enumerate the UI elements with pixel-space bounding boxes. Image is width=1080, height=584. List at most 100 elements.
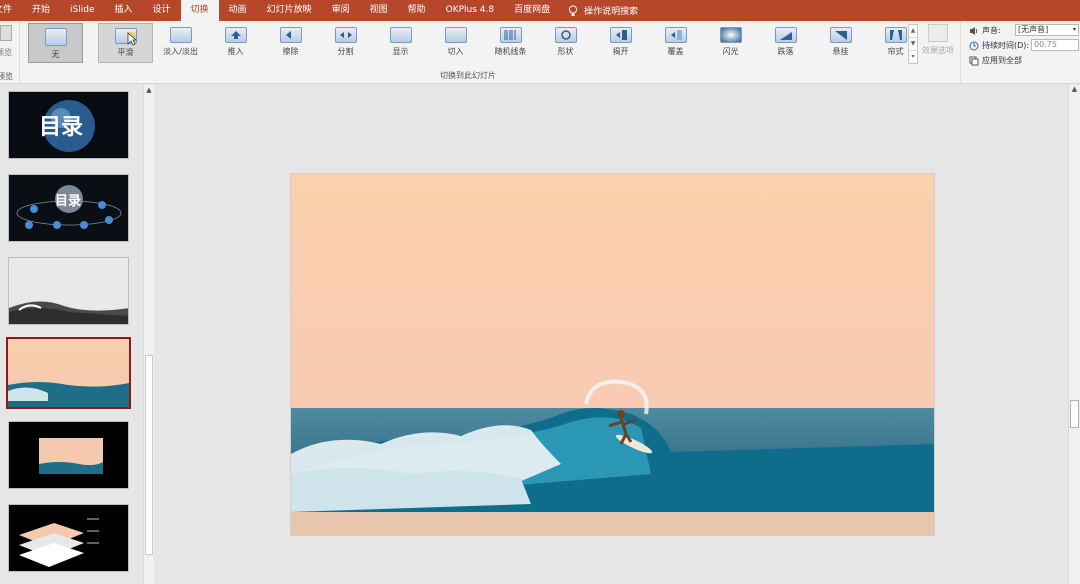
effect-label: 推入 xyxy=(227,47,244,56)
tab-file[interactable]: 文件 xyxy=(0,0,22,21)
curtains-icon xyxy=(884,27,907,43)
gallery-more-icon[interactable]: ▾ xyxy=(909,51,917,64)
duration-row: 持续时间(D): xyxy=(969,40,1029,51)
effect-none[interactable]: 无 xyxy=(28,23,83,63)
effect-label: 悬挂 xyxy=(832,47,849,56)
effect-label: 切入 xyxy=(447,47,464,56)
effect-options-button[interactable]: 效果选项 xyxy=(920,24,956,66)
sound-row: 声音: xyxy=(969,25,1001,36)
effect-none-icon xyxy=(44,28,67,46)
preview-group-label: 预览 xyxy=(0,72,13,81)
effect-fade[interactable]: 淡入/淡出 xyxy=(153,23,208,63)
lightbulb-icon xyxy=(569,4,578,16)
uncover-icon xyxy=(609,27,632,43)
gallery-up-icon[interactable]: ▲ xyxy=(909,25,917,38)
tab-insert[interactable]: 插入 xyxy=(105,0,143,21)
fade-icon xyxy=(169,27,192,43)
effect-cut[interactable]: 切入 xyxy=(428,23,483,63)
slide-2-title: 目录 xyxy=(55,194,81,209)
chevron-down-icon: ▾ xyxy=(1072,26,1076,33)
effect-label: 随机线条 xyxy=(494,47,527,56)
cut-icon xyxy=(444,27,467,43)
current-slide[interactable] xyxy=(290,173,935,536)
sound-value: [无声音] xyxy=(1018,25,1049,34)
duration-input[interactable]: 00.75 xyxy=(1031,39,1079,51)
tab-slideshow[interactable]: 幻灯片放映 xyxy=(257,0,322,21)
scroll-up-icon[interactable]: ▲ xyxy=(144,85,154,95)
main-scrollbar[interactable]: ▲ xyxy=(1068,85,1080,584)
tab-help[interactable]: 帮助 xyxy=(398,0,436,21)
effect-label: 分割 xyxy=(337,47,354,56)
slide-thumbnail-4[interactable] xyxy=(6,337,131,409)
flash-icon xyxy=(719,27,742,43)
slide-1-title: 目录 xyxy=(39,115,83,140)
tab-transitions[interactable]: 切换 xyxy=(180,0,219,21)
slide-thumbnail-1[interactable]: 目录 xyxy=(8,91,129,159)
effect-reveal[interactable]: 显示 xyxy=(373,23,428,63)
slide-thumbnail-5[interactable] xyxy=(8,421,129,489)
effect-drape[interactable]: 悬挂 xyxy=(813,23,868,63)
effect-wipe[interactable]: 擦除 xyxy=(263,23,318,63)
slide-thumbnail-panel: 目录 目录 xyxy=(0,85,143,584)
effect-cover[interactable]: 覆盖 xyxy=(648,23,703,63)
menu-bar: 文件 开始 iSlide 插入 设计 切换 动画 幻灯片放映 审阅 视图 帮助 … xyxy=(0,0,1080,21)
slide-thumbnail-2[interactable]: 目录 xyxy=(8,174,129,242)
slide-editing-area xyxy=(155,85,1070,584)
effect-label: 无 xyxy=(51,50,60,59)
tab-baidu-netdisk[interactable]: 百度网盘 xyxy=(504,0,560,21)
apply-all-icon xyxy=(969,56,979,65)
gallery-scroll[interactable]: ▲ ▼ ▾ xyxy=(908,24,918,64)
effect-label: 覆盖 xyxy=(667,47,684,56)
effect-label: 跌落 xyxy=(777,47,794,56)
tab-okplus[interactable]: OKPlus 4.8 xyxy=(436,0,504,21)
effect-options-icon xyxy=(928,24,948,42)
preview-button[interactable]: 预览 xyxy=(0,47,12,58)
tab-home[interactable]: 开始 xyxy=(22,0,60,21)
effect-label: 揭开 xyxy=(612,47,629,56)
effect-flash[interactable]: 闪光 xyxy=(703,23,758,63)
tell-me-search[interactable]: 操作说明搜索 xyxy=(560,4,646,17)
effect-label: 闪光 xyxy=(722,47,739,56)
apply-all-button[interactable]: 应用到全部 xyxy=(969,55,1022,66)
drape-icon xyxy=(829,27,852,43)
effect-fall-over[interactable]: 跌落 xyxy=(758,23,813,63)
clock-icon xyxy=(969,41,979,50)
scroll-thumb[interactable] xyxy=(1070,400,1079,428)
duration-label: 持续时间(D): xyxy=(982,41,1030,50)
effect-label: 平滑 xyxy=(117,48,134,57)
effect-shape[interactable]: 形状 xyxy=(538,23,593,63)
fall-over-icon xyxy=(774,27,797,43)
scroll-up-icon[interactable]: ▲ xyxy=(1069,85,1080,93)
preview-icon[interactable] xyxy=(0,25,12,41)
ribbon: 预览 预览 无 平滑 淡入/淡出 推入 擦除 分割 显示 切入 随机线条 形状 … xyxy=(0,21,1080,84)
slide-thumbnail-6[interactable] xyxy=(8,504,129,572)
thumbnail-scrollbar[interactable]: ▲ xyxy=(143,85,154,584)
duration-value: 00.75 xyxy=(1034,40,1057,49)
speaker-icon xyxy=(970,26,978,35)
effect-random-bars[interactable]: 随机线条 xyxy=(483,23,538,63)
effect-uncover[interactable]: 揭开 xyxy=(593,23,648,63)
sound-select[interactable]: [无声音] ▾ xyxy=(1015,24,1079,36)
reveal-icon xyxy=(389,27,412,43)
tab-design[interactable]: 设计 xyxy=(143,0,181,21)
apply-all-label: 应用到全部 xyxy=(982,56,1022,65)
timing-panel: 声音: [无声音] ▾ 持续时间(D): 00.75 应用到全部 xyxy=(960,21,1080,84)
effect-push[interactable]: 推入 xyxy=(208,23,263,63)
slide-thumbnail-3[interactable] xyxy=(8,257,129,325)
scroll-thumb[interactable] xyxy=(145,355,153,555)
push-icon xyxy=(224,27,247,43)
effect-label: 形状 xyxy=(557,47,574,56)
gallery-down-icon[interactable]: ▼ xyxy=(909,38,917,51)
split-icon xyxy=(334,27,357,43)
tab-view[interactable]: 视图 xyxy=(360,0,398,21)
effect-split[interactable]: 分割 xyxy=(318,23,373,63)
transition-group-label: 切换到此幻灯片 xyxy=(440,71,496,80)
tab-review[interactable]: 审阅 xyxy=(322,0,360,21)
tab-animations[interactable]: 动画 xyxy=(219,0,257,21)
tab-islide[interactable]: iSlide xyxy=(60,0,104,21)
effect-morph[interactable]: 平滑 xyxy=(98,23,153,63)
effect-label: 显示 xyxy=(392,47,409,56)
cover-icon xyxy=(664,27,687,43)
random-bars-icon xyxy=(499,27,522,43)
effect-label: 淡入/淡出 xyxy=(163,47,198,56)
